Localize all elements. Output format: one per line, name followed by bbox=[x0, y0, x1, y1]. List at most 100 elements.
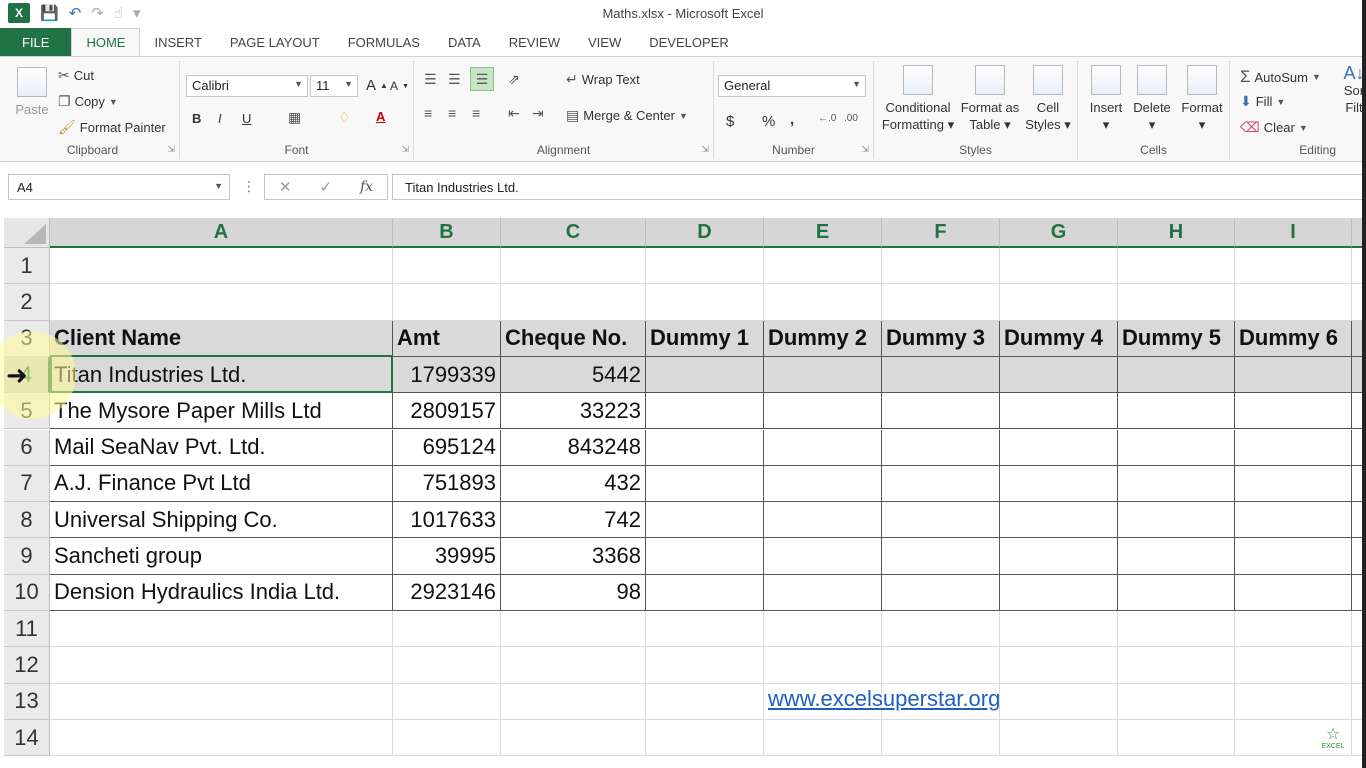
cell-a13[interactable] bbox=[50, 683, 393, 720]
cell-c4[interactable]: 5442 bbox=[501, 356, 646, 394]
fill-color-button[interactable]: ♢ bbox=[338, 109, 351, 126]
align-left-button[interactable]: ≡ bbox=[424, 105, 432, 121]
cell-g5[interactable] bbox=[1000, 393, 1118, 430]
cell-i2[interactable] bbox=[1235, 284, 1352, 321]
cell-c3[interactable]: Cheque No. bbox=[501, 320, 646, 357]
cell-g2[interactable] bbox=[1000, 284, 1118, 321]
row-header-14[interactable]: 14 bbox=[4, 719, 50, 757]
row-header-13[interactable]: 13 bbox=[4, 683, 50, 720]
cancel-icon[interactable]: ✕ bbox=[279, 178, 292, 196]
cell-styles-button[interactable]: Cell Styles ▾ bbox=[1022, 65, 1074, 133]
wrap-text-button[interactable]: ↵ Wrap Text bbox=[566, 71, 640, 88]
cell-i8[interactable] bbox=[1235, 502, 1352, 539]
cell-h5[interactable] bbox=[1118, 393, 1235, 430]
cell-c14[interactable] bbox=[501, 719, 646, 757]
cell-e2[interactable] bbox=[764, 284, 882, 321]
cell-f1[interactable] bbox=[882, 248, 1000, 285]
row-header-1[interactable]: 1 bbox=[4, 248, 50, 285]
row-header-9[interactable]: 9 bbox=[4, 538, 50, 575]
cell-a11[interactable] bbox=[50, 611, 393, 648]
tab-formulas[interactable]: FORMULAS bbox=[334, 28, 434, 56]
cell-e8[interactable] bbox=[764, 502, 882, 539]
cell-e9[interactable] bbox=[764, 538, 882, 575]
cell-i6[interactable] bbox=[1235, 429, 1352, 466]
cell-e7[interactable] bbox=[764, 465, 882, 503]
cell-a10[interactable]: Dension Hydraulics India Ltd. bbox=[50, 574, 393, 611]
formula-bar-splitter-icon[interactable]: ⋮ bbox=[242, 178, 256, 195]
cell-i4[interactable] bbox=[1235, 356, 1352, 394]
cell-d4[interactable] bbox=[646, 356, 764, 394]
cell-e1[interactable] bbox=[764, 248, 882, 285]
tab-developer[interactable]: DEVELOPER bbox=[635, 28, 742, 56]
cell-d14[interactable] bbox=[646, 719, 764, 757]
dialog-launcher-icon[interactable]: ⇲ bbox=[701, 144, 709, 155]
bold-button[interactable]: B bbox=[192, 111, 201, 126]
tab-file[interactable]: FILE bbox=[0, 28, 72, 56]
cell-g10[interactable] bbox=[1000, 574, 1118, 611]
cell-a5[interactable]: The Mysore Paper Mills Ltd bbox=[50, 393, 393, 430]
cell-h6[interactable] bbox=[1118, 429, 1235, 466]
cell-e6[interactable] bbox=[764, 429, 882, 466]
format-as-table-button[interactable]: Format as Table ▾ bbox=[958, 65, 1022, 133]
cell-d8[interactable] bbox=[646, 502, 764, 539]
cell-c13[interactable] bbox=[501, 683, 646, 720]
cell-i1[interactable] bbox=[1235, 248, 1352, 285]
cell-h2[interactable] bbox=[1118, 284, 1235, 321]
cell-a8[interactable]: Universal Shipping Co. bbox=[50, 502, 393, 539]
cell-f8[interactable] bbox=[882, 502, 1000, 539]
cell-c5[interactable]: 33223 bbox=[501, 393, 646, 430]
cell-g6[interactable] bbox=[1000, 429, 1118, 466]
cell-c11[interactable] bbox=[501, 611, 646, 648]
insert-function-button[interactable]: fx bbox=[360, 179, 373, 195]
cell-h10[interactable] bbox=[1118, 574, 1235, 611]
underline-button[interactable]: U bbox=[242, 111, 251, 126]
cell-d11[interactable] bbox=[646, 611, 764, 648]
insert-cells-button[interactable]: Insert ▾ bbox=[1084, 65, 1128, 133]
cell-e3[interactable]: Dummy 2 bbox=[764, 320, 882, 357]
cell-c1[interactable] bbox=[501, 248, 646, 285]
cell-f9[interactable] bbox=[882, 538, 1000, 575]
cell-i10[interactable] bbox=[1235, 574, 1352, 611]
comma-button[interactable]: , bbox=[790, 111, 794, 128]
cell-b6[interactable]: 695124 bbox=[393, 429, 501, 466]
clear-button[interactable]: ⌫ Clear ▼ bbox=[1240, 119, 1308, 136]
cell-h14[interactable] bbox=[1118, 719, 1235, 757]
cell-d9[interactable] bbox=[646, 538, 764, 575]
enter-icon[interactable]: ✓ bbox=[319, 178, 332, 196]
cell-f10[interactable] bbox=[882, 574, 1000, 611]
cell-g14[interactable] bbox=[1000, 719, 1118, 757]
cell-e5[interactable] bbox=[764, 393, 882, 430]
row-header-7[interactable]: 7 bbox=[4, 465, 50, 503]
cell-c7[interactable]: 432 bbox=[501, 465, 646, 503]
cell-a6[interactable]: Mail SeaNav Pvt. Ltd. bbox=[50, 429, 393, 466]
cell-e10[interactable] bbox=[764, 574, 882, 611]
cell-h4[interactable] bbox=[1118, 356, 1235, 394]
cell-d5[interactable] bbox=[646, 393, 764, 430]
cell-f6[interactable] bbox=[882, 429, 1000, 466]
cell-d10[interactable] bbox=[646, 574, 764, 611]
orientation-button[interactable]: ⇗ bbox=[508, 71, 520, 88]
cell-g9[interactable] bbox=[1000, 538, 1118, 575]
select-all-button[interactable] bbox=[4, 218, 50, 248]
bottom-align-button[interactable]: ☰ bbox=[470, 67, 494, 91]
cell-b11[interactable] bbox=[393, 611, 501, 648]
cell-f11[interactable] bbox=[882, 611, 1000, 648]
cell-b9[interactable]: 39995 bbox=[393, 538, 501, 575]
format-cells-button[interactable]: Format ▾ bbox=[1178, 65, 1226, 133]
dialog-launcher-icon[interactable]: ⇲ bbox=[401, 144, 409, 155]
cell-d6[interactable] bbox=[646, 429, 764, 466]
row-header-2[interactable]: 2 bbox=[4, 284, 50, 321]
tab-insert[interactable]: INSERT bbox=[140, 28, 215, 56]
cell-a1[interactable] bbox=[50, 248, 393, 285]
align-right-button[interactable]: ≡ bbox=[472, 105, 480, 121]
cell-e4[interactable] bbox=[764, 356, 882, 394]
website-link[interactable]: www.excelsuperstar.org bbox=[768, 686, 1000, 712]
cell-c12[interactable] bbox=[501, 647, 646, 684]
cell-f12[interactable] bbox=[882, 647, 1000, 684]
cell-e11[interactable] bbox=[764, 611, 882, 648]
cell-i9[interactable] bbox=[1235, 538, 1352, 575]
middle-align-button[interactable]: ☰ bbox=[448, 71, 461, 88]
cell-b7[interactable]: 751893 bbox=[393, 465, 501, 503]
cell-e14[interactable] bbox=[764, 719, 882, 757]
tab-home[interactable]: HOME bbox=[71, 28, 141, 56]
